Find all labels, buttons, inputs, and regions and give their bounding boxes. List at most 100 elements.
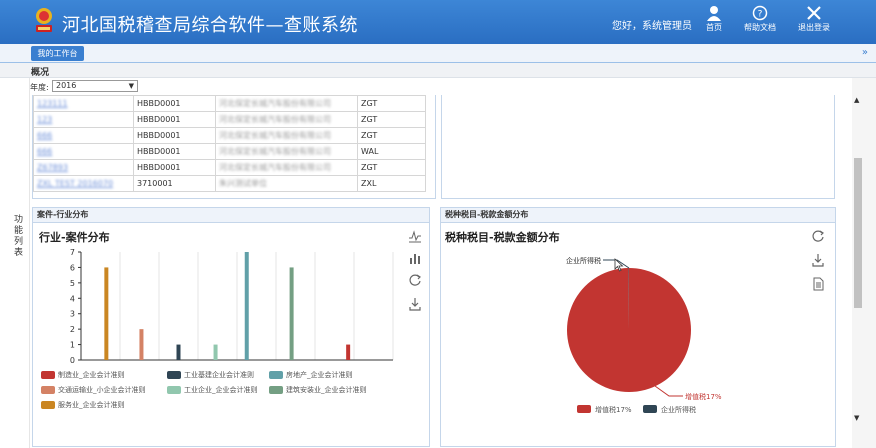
bar[interactable] — [289, 267, 294, 360]
table-row[interactable]: 123111 HBBD0001 河北保定长城汽车股份有限公司 ZGT — [33, 95, 426, 112]
bar[interactable] — [139, 329, 144, 360]
case-type-cell: ZXL — [357, 175, 426, 192]
year-select[interactable]: 2016 ▼ — [52, 80, 138, 92]
scroll-thumb[interactable] — [854, 158, 862, 308]
table-row[interactable]: 666 HBBD0001 河北保定长城汽车股份有限公司 ZGT — [33, 127, 426, 144]
table-row[interactable]: ZXL TEST 2016070 3710001 朱兴测试单位 ZXL — [33, 175, 426, 192]
tab-bar: 我的工作台 » — [0, 44, 876, 63]
company-name-cell-text: 河北保定长城汽车股份有限公司 — [219, 115, 331, 124]
table-row[interactable]: 666 HBBD0001 河北保定长城汽车股份有限公司 WAL — [33, 143, 426, 160]
company-name-cell: 河北保定长城汽车股份有限公司 — [215, 159, 358, 176]
home-button[interactable]: 首页 — [692, 5, 736, 41]
company-name-cell-text: 河北保定长城汽车股份有限公司 — [219, 163, 331, 172]
case-table: 123111 HBBD0001 河北保定长城汽车股份有限公司 ZGT 123 HBBD00… — [33, 95, 426, 192]
case-id-link-text[interactable]: 666 — [37, 147, 52, 156]
case-code-cell: HBBD0001 — [133, 111, 216, 128]
table-row[interactable]: Z67893 HBBD0001 河北保定长城汽车股份有限公司 ZGT — [33, 159, 426, 176]
legend-swatch[interactable] — [643, 405, 657, 413]
legend-label: 建筑安装业_企业会计准则 — [286, 386, 367, 394]
case-id-link-text[interactable]: 123111 — [37, 99, 68, 108]
legend-item[interactable]: 交通运输业_小企业会计准则 — [41, 385, 146, 395]
case-table-panel: 123111 HBBD0001 河北保定长城汽车股份有限公司 ZGT 123 HBBD00… — [32, 95, 436, 199]
legend-item[interactable]: 服务业_企业会计准则 — [41, 400, 125, 410]
company-name-cell: 河北保定长城汽车股份有限公司 — [215, 143, 358, 160]
page-scrollbar[interactable]: ▲ ▼ — [852, 78, 876, 448]
y-tick-label: 5 — [70, 279, 75, 288]
main-content: 年度: 2016 ▼ 123111 HBBD0001 河北保定长城汽车股份有限公司 Z… — [30, 78, 852, 448]
bar[interactable] — [176, 344, 181, 360]
case-code-cell-text: 3710001 — [137, 179, 173, 188]
download-icon[interactable] — [408, 297, 422, 311]
overview-label: 概况 — [31, 68, 50, 78]
side-menu[interactable]: 功能列表 — [0, 78, 30, 448]
year-label: 年度: — [30, 83, 49, 92]
case-code-cell-text: HBBD0001 — [137, 163, 181, 172]
svg-text:?: ? — [758, 10, 763, 20]
y-tick-label: 0 — [70, 356, 75, 365]
line-chart-icon[interactable] — [408, 229, 422, 243]
company-name-cell: 河北保定长城汽车股份有限公司 — [215, 127, 358, 144]
case-code-cell: HBBD0001 — [133, 127, 216, 144]
y-tick-label: 3 — [70, 310, 75, 319]
case-code-cell: HBBD0001 — [133, 159, 216, 176]
company-name-cell: 河北保定长城汽车股份有限公司 — [215, 111, 358, 128]
table-row[interactable]: 123 HBBD0001 河北保定长城汽车股份有限公司 ZGT — [33, 111, 426, 128]
bar[interactable] — [244, 252, 249, 360]
refresh-icon[interactable] — [811, 229, 825, 243]
y-tick-label: 1 — [70, 341, 75, 350]
tax-pie-chart: 增值税17%企业所得税增值税17% 企业所得税 — [566, 256, 722, 414]
help-button[interactable]: ? 帮助文档 — [738, 5, 782, 41]
legend-label[interactable]: 企业所得税 — [661, 405, 696, 414]
legend-item[interactable]: 建筑安装业_企业会计准则 — [269, 385, 367, 395]
y-tick-label: 7 — [70, 248, 75, 257]
side-menu-label[interactable]: 功能列表 — [14, 215, 24, 259]
case-type-cell: ZGT — [357, 111, 426, 128]
user-greeting: 您好，系统管理员 — [612, 21, 692, 32]
scroll-up-arrow-icon[interactable]: ▲ — [854, 96, 859, 104]
data-view-icon[interactable] — [811, 277, 825, 291]
legend-label: 服务业_企业会计准则 — [58, 401, 125, 409]
company-name-cell-text: 朱兴测试单位 — [219, 179, 267, 188]
legend-label[interactable]: 增值税17% — [595, 405, 632, 414]
mouse-cursor-icon — [614, 258, 624, 272]
industry-panel: 案件-行业分布 行业-案件分布 01234567 制造业_企业会计准则 工业基建企… — [32, 207, 430, 447]
scroll-down-arrow-icon[interactable]: ▼ — [854, 414, 859, 422]
download-icon[interactable] — [811, 253, 825, 267]
y-tick-label: 2 — [70, 325, 75, 334]
bar[interactable] — [104, 267, 109, 360]
industry-panel-header: 案件-行业分布 — [33, 208, 429, 223]
case-id-link[interactable]: 666 — [33, 127, 134, 144]
case-id-link[interactable]: Z67893 — [33, 159, 134, 176]
case-id-link[interactable]: ZXL TEST 2016070 — [33, 175, 134, 192]
bar-chart-icon[interactable] — [408, 251, 422, 265]
case-id-link-text[interactable]: ZXL TEST 2016070 — [37, 179, 113, 188]
case-id-link[interactable]: 123 — [33, 111, 134, 128]
collapse-chevron-icon[interactable]: » — [862, 47, 868, 58]
legend-item[interactable]: 工业企业_企业会计准则 — [167, 385, 258, 395]
company-name-cell-text: 河北保定长城汽车股份有限公司 — [219, 147, 331, 156]
app-header: 河北国税稽查局综合软件—查账系统 您好，系统管理员 首页 ? 帮助文档 退出登录 — [0, 0, 876, 44]
tax-emblem-logo — [36, 8, 52, 32]
logout-button[interactable]: 退出登录 — [792, 5, 836, 41]
legend-swatch[interactable] — [577, 405, 591, 413]
tax-panel: 税种税目-税款金额分布 税种税目-税款金额分布 增值税17% 企业所得税 增值税17… — [440, 207, 836, 447]
company-name-cell: 朱兴测试单位 — [215, 175, 358, 192]
case-code-cell-text: HBBD0001 — [137, 147, 181, 156]
bar[interactable] — [346, 344, 351, 360]
case-id-link-text[interactable]: Z67893 — [37, 163, 68, 172]
tab-my-workbench[interactable]: 我的工作台 — [31, 46, 84, 61]
case-id-link[interactable]: 666 — [33, 143, 134, 160]
case-id-link-text[interactable]: 666 — [37, 131, 52, 140]
case-id-link-text[interactable]: 123 — [37, 115, 52, 124]
app-title: 河北国税稽查局综合软件—查账系统 — [62, 15, 358, 36]
case-id-link[interactable]: 123111 — [33, 95, 134, 112]
industry-bar-chart: 0 1 2 3 4 5 6 7 — [70, 248, 394, 365]
legend-label: 工业企业_企业会计准则 — [184, 386, 258, 394]
case-code-cell-text: HBBD0001 — [137, 115, 181, 124]
help-label: 帮助文档 — [744, 23, 776, 32]
case-type-cell: WAL — [357, 143, 426, 160]
bar[interactable] — [213, 344, 218, 360]
legend-swatch — [269, 386, 283, 394]
refresh-icon[interactable] — [408, 273, 422, 287]
overview-bar: 概况 — [0, 63, 876, 78]
